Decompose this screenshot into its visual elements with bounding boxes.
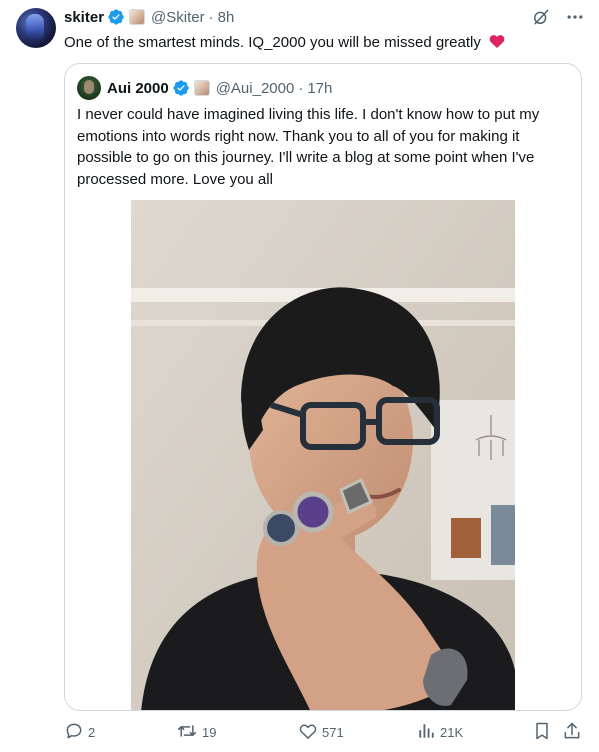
tweet-header: skiter @Skiter · 8h: [64, 7, 234, 27]
reply-button[interactable]: 2: [64, 720, 95, 744]
tweet-text-container: One of the smartest minds. IQ_2000 you w…: [64, 32, 506, 56]
reply-count: 2: [88, 724, 96, 740]
quoted-tweet-header: Aui 2000 @Aui_2000 · 17h: [107, 77, 332, 99]
bookmark-icon: [532, 721, 552, 744]
author-avatar[interactable]: [16, 8, 56, 48]
like-icon: [298, 721, 318, 744]
tweet-text: One of the smartest minds. IQ_2000 you w…: [64, 34, 481, 51]
quoted-author-name[interactable]: Aui 2000: [107, 80, 169, 97]
views-button[interactable]: 21K: [416, 720, 463, 744]
quoted-tweet-time[interactable]: 17h: [307, 80, 332, 97]
author-name[interactable]: skiter: [64, 9, 104, 26]
verified-badge-icon[interactable]: [172, 79, 190, 97]
tweet-photo[interactable]: [131, 200, 515, 710]
tweet-action-bar: 2 19 571 21K: [64, 720, 584, 744]
grok-icon[interactable]: [531, 7, 551, 27]
repost-button[interactable]: 19: [176, 720, 216, 744]
quoted-tweet-text: I never could have imagined living this …: [77, 106, 540, 188]
author-handle[interactable]: @Skiter: [151, 9, 205, 26]
quoted-tweet[interactable]: Aui 2000 @Aui_2000 · 17h I never could h…: [64, 63, 582, 711]
tweet-top-actions: [531, 7, 585, 27]
repost-icon: [176, 721, 198, 744]
share-button[interactable]: [562, 720, 582, 744]
bookmark-button[interactable]: [532, 720, 552, 744]
separator-dot: ·: [208, 8, 214, 26]
quoted-author-handle[interactable]: @Aui_2000: [216, 80, 295, 97]
tweet-time[interactable]: 8h: [218, 9, 235, 26]
more-icon[interactable]: [565, 7, 585, 27]
separator-dot: ·: [298, 79, 304, 97]
views-count: 21K: [440, 724, 464, 740]
like-button[interactable]: 571: [298, 720, 344, 744]
affiliate-badge-icon[interactable]: [129, 9, 146, 25]
quoted-author-avatar[interactable]: [77, 76, 101, 100]
repost-count: 19: [202, 724, 217, 740]
verified-badge-icon[interactable]: [107, 8, 125, 26]
views-icon: [416, 721, 436, 744]
like-count: 571: [322, 724, 344, 740]
share-icon: [562, 721, 582, 744]
reply-icon: [64, 721, 84, 744]
red-heart-emoji-icon: [488, 32, 506, 56]
affiliate-badge-icon[interactable]: [193, 80, 210, 96]
tweet[interactable]: skiter @Skiter · 8h One of the smartest …: [0, 0, 599, 752]
